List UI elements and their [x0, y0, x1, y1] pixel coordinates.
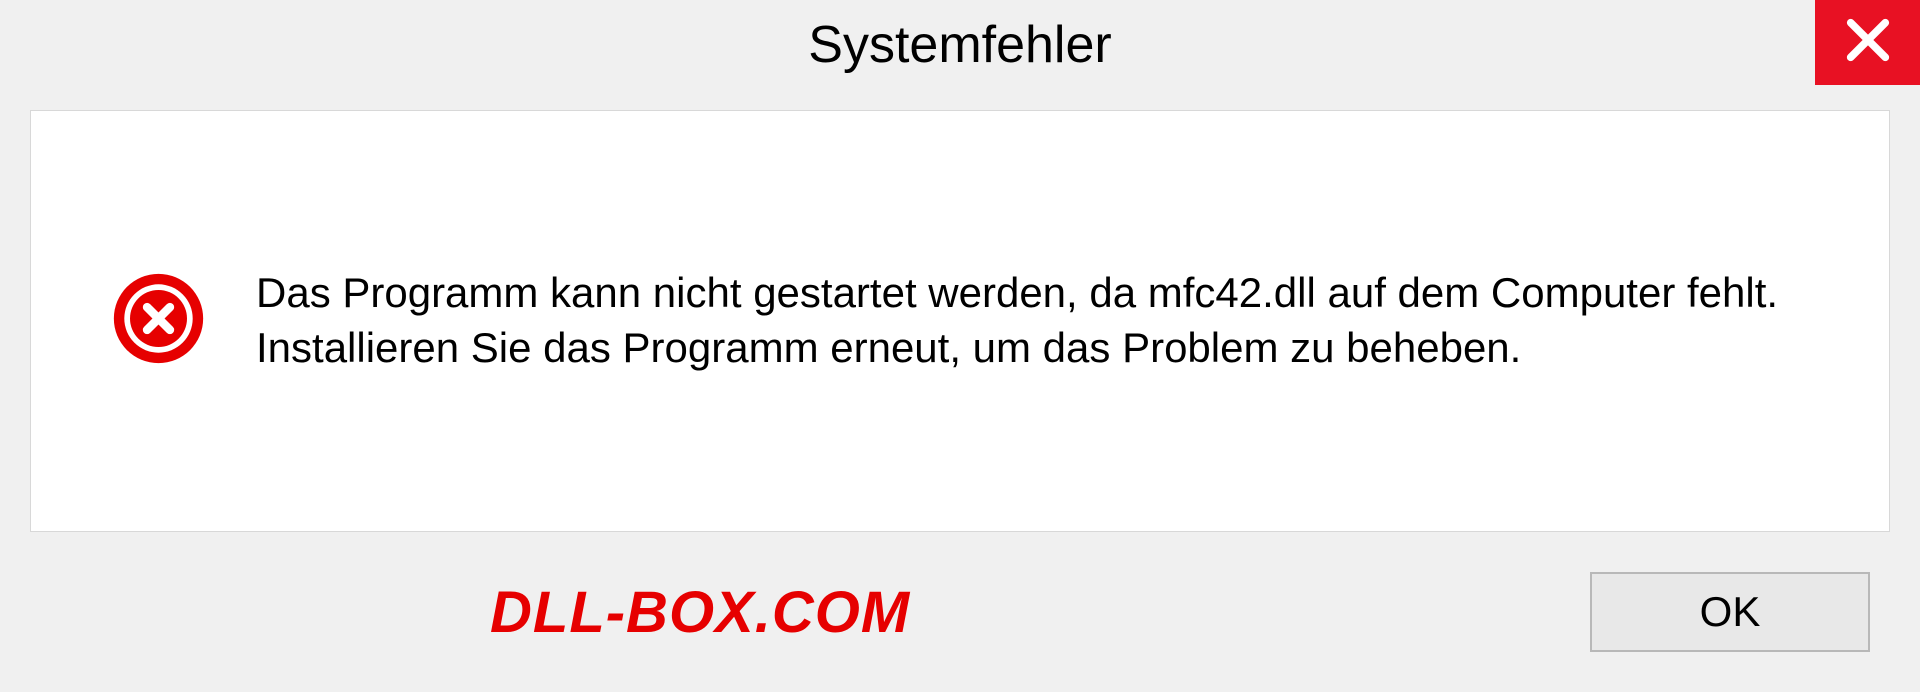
- error-message: Das Programm kann nicht gestartet werden…: [256, 266, 1809, 375]
- close-icon: [1842, 14, 1894, 71]
- dialog-title: Systemfehler: [808, 15, 1111, 75]
- dialog-footer: DLL-BOX.COM OK: [0, 552, 1920, 692]
- content-panel: Das Programm kann nicht gestartet werden…: [30, 110, 1890, 532]
- close-button[interactable]: [1815, 0, 1920, 85]
- ok-button[interactable]: OK: [1590, 572, 1870, 652]
- error-dialog: Systemfehler Das Programm kann nicht ges…: [0, 0, 1920, 692]
- error-icon: [111, 271, 206, 371]
- watermark-text: DLL-BOX.COM: [50, 579, 910, 646]
- titlebar: Systemfehler: [0, 0, 1920, 90]
